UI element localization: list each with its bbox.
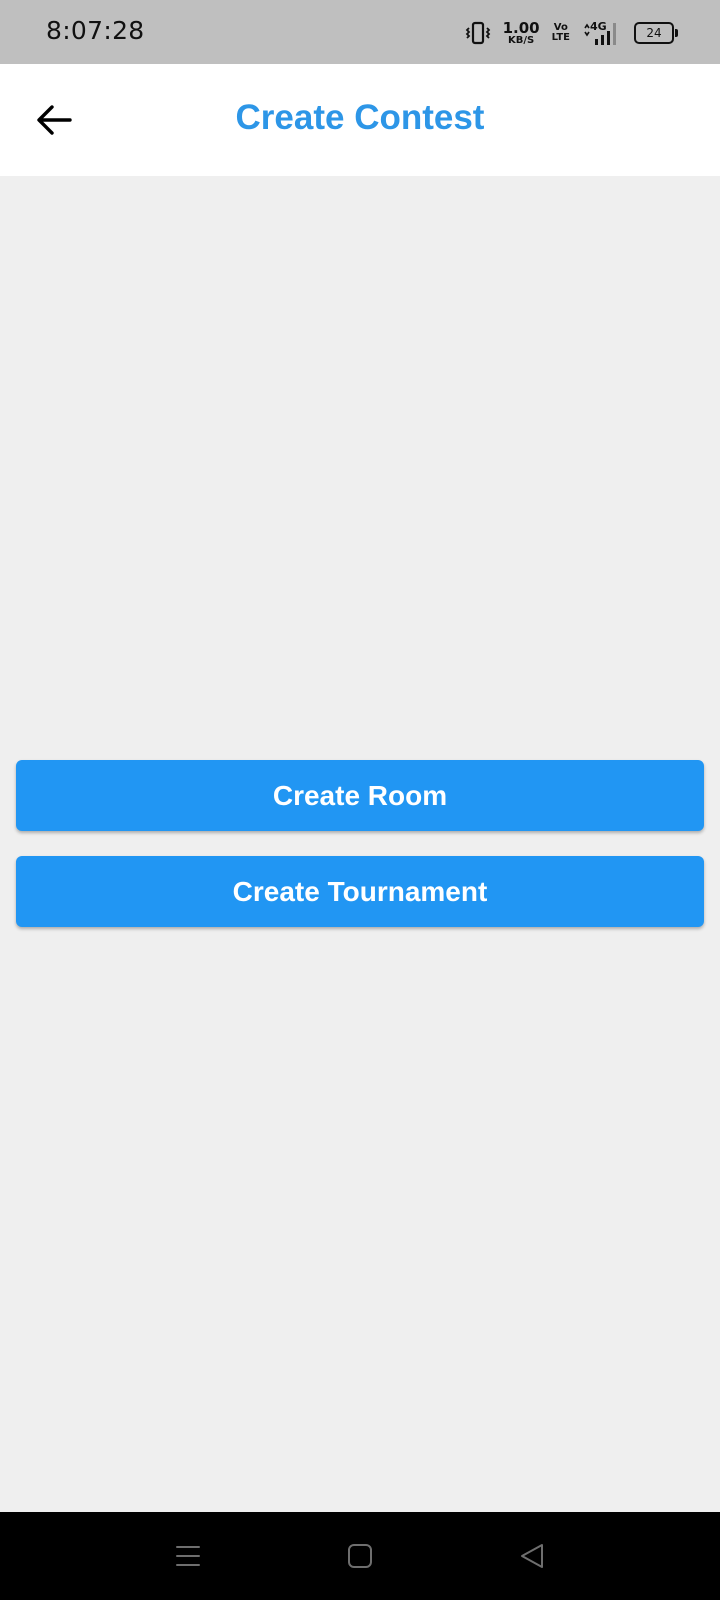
volte-bottom: LTE (551, 32, 570, 43)
menu-icon (176, 1546, 200, 1566)
net-speed-unit: KB/S (508, 34, 535, 46)
home-icon (348, 1544, 372, 1568)
create-room-button[interactable]: Create Room (16, 760, 704, 831)
app-bar: Create Contest (0, 64, 720, 176)
status-time: 8:07:28 (46, 16, 145, 45)
back-triangle-icon (521, 1544, 543, 1568)
navigation-bar (0, 1512, 720, 1600)
signal-group: 4G (582, 20, 622, 46)
battery-icon: 24 (634, 22, 678, 44)
net-speed-value: 1.00 (502, 18, 540, 37)
vibrate-icon (465, 21, 490, 45)
battery-level: 24 (646, 26, 662, 40)
nav-back-button[interactable] (510, 1534, 554, 1578)
net-speed: 1.00 KB/S (502, 18, 540, 46)
volte-indicator: Vo LTE (552, 23, 570, 43)
page-title: Create Contest (235, 98, 485, 137)
signal-icon (584, 23, 616, 45)
nav-home-button[interactable] (338, 1534, 382, 1578)
status-bar: 8:07:28 1.00 KB/S Vo LTE 4G 24 (0, 0, 720, 64)
create-tournament-button[interactable]: Create Tournament (16, 856, 704, 927)
nav-menu-button[interactable] (166, 1534, 210, 1578)
status-icons: 1.00 KB/S Vo LTE 4G 24 (465, 18, 678, 48)
